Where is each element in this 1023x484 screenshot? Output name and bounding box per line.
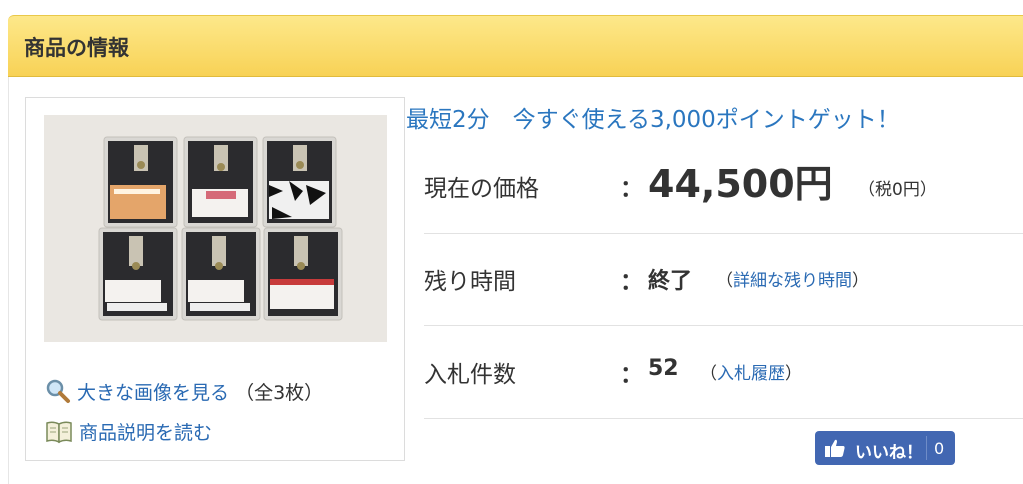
time-detail-link[interactable]: 詳細な残り時間 (733, 271, 852, 291)
book-icon (45, 420, 73, 449)
magnifier-icon (45, 378, 71, 409)
paren-close: ） (852, 271, 869, 291)
like-count: 0 (934, 439, 945, 458)
row-divider (424, 418, 1023, 419)
read-description-link[interactable]: 商品説明を読む (79, 422, 212, 444)
row-divider (424, 233, 1023, 234)
time-left-value: 終了 (648, 269, 693, 294)
view-large-image-link[interactable]: 大きな画像を見る (77, 382, 229, 404)
bid-count-value: 52 (648, 356, 679, 381)
floppy-disks-image (44, 115, 387, 342)
section-header: 商品の情報 (8, 15, 1023, 77)
price-value: 44,500円 (648, 162, 833, 206)
paren-open: （ (700, 364, 717, 384)
read-description-row[interactable]: 商品説明を読む (45, 418, 212, 449)
points-promo-link[interactable]: 最短2分 今すぐ使える3,000ポイントゲット！ (406, 100, 900, 134)
time-left-label: 残り時間 (424, 269, 516, 295)
like-divider (926, 436, 927, 460)
section-title: 商品の情報 (24, 36, 129, 60)
product-photo[interactable] (44, 115, 387, 342)
image-count: （全3枚） (235, 382, 324, 404)
row-divider (424, 325, 1023, 326)
like-button[interactable]: いいね！ 0 (815, 431, 955, 465)
bids-colon: ： (620, 362, 643, 388)
view-large-image-row[interactable]: 大きな画像を見る （全3枚） (45, 378, 323, 409)
time-detail: （詳細な残り時間） (716, 266, 869, 291)
bid-history-link[interactable]: 入札履歴 (717, 364, 785, 384)
time-colon: ： (620, 269, 643, 295)
like-label: いいね！ (855, 443, 923, 463)
price-colon: ： (620, 176, 643, 202)
paren-open: （ (716, 271, 733, 291)
bid-history: （入札履歴） (700, 359, 802, 384)
price-label: 現在の価格 (424, 176, 539, 202)
tax-note: （税0円） (858, 180, 937, 200)
paren-close: ） (785, 364, 802, 384)
thumbs-up-icon (824, 438, 846, 463)
bid-count-label: 入札件数 (424, 362, 516, 388)
